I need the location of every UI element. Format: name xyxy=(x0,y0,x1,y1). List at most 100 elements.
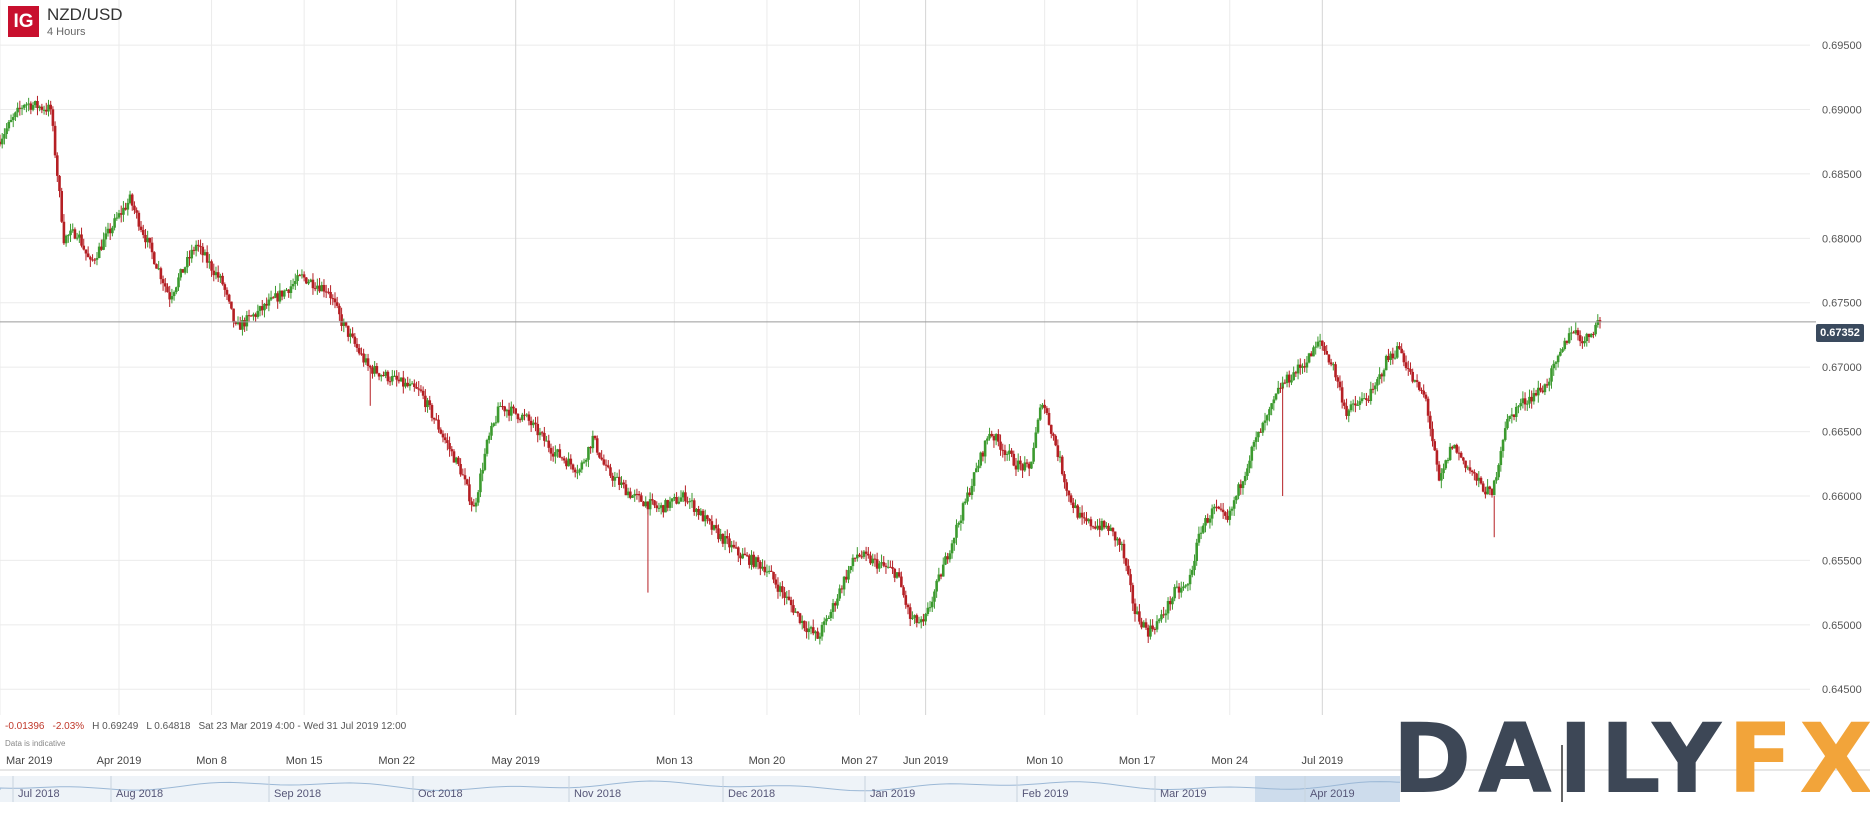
candle-body xyxy=(1501,439,1505,452)
price-chart[interactable]: 0.69500 0.69000 0.68500 0.68000 0.67500 0.670… xyxy=(0,0,1870,802)
candle-body xyxy=(864,551,868,554)
candle-body xyxy=(1398,346,1401,349)
candle-body xyxy=(476,492,480,503)
candle-body xyxy=(135,210,138,213)
candle-body xyxy=(0,138,4,145)
navigator-label: Oct 2018 xyxy=(418,788,463,800)
candle-body xyxy=(774,579,778,585)
candle-body xyxy=(1124,558,1128,566)
candle-body xyxy=(479,473,482,493)
candle-body xyxy=(75,237,79,239)
candle-body xyxy=(959,520,963,523)
candle-body xyxy=(1248,460,1251,469)
navigator-label: Jan 2019 xyxy=(870,788,915,800)
candle-body xyxy=(386,371,390,382)
candle-body xyxy=(1268,409,1271,416)
candle-body xyxy=(935,580,938,592)
candle-body xyxy=(1208,518,1212,523)
candle-body xyxy=(446,440,449,444)
candle-body xyxy=(900,576,903,588)
candle-body xyxy=(657,507,661,509)
candle-body xyxy=(53,125,57,156)
candle-body xyxy=(130,194,134,206)
candle-body xyxy=(1080,512,1084,518)
candle-body xyxy=(1358,401,1362,405)
candle-body xyxy=(1506,418,1509,429)
candle-body xyxy=(1056,445,1060,458)
candle-body xyxy=(884,565,888,567)
candle-body xyxy=(483,453,487,470)
candle-body xyxy=(653,500,656,506)
candle-body xyxy=(1065,482,1068,491)
candle-body xyxy=(822,621,826,625)
candle-body xyxy=(338,305,341,315)
navigator-label: Aug 2018 xyxy=(116,788,163,800)
candle-body xyxy=(827,617,830,619)
candle-body xyxy=(159,268,163,280)
candle-body xyxy=(1069,495,1073,503)
candle-body xyxy=(1054,435,1057,446)
candle-body xyxy=(598,452,601,458)
candle-body xyxy=(578,469,581,473)
candle-body xyxy=(1343,402,1346,406)
ohlc-stats: -0.01396 -2.03% H 0.69249 L 0.64818 Sat … xyxy=(5,721,406,732)
candle-body xyxy=(677,501,681,504)
candle-body xyxy=(291,284,295,287)
candle-body xyxy=(1336,377,1340,382)
candle-body xyxy=(560,457,564,459)
candles xyxy=(0,95,1602,645)
candle-body xyxy=(84,249,88,254)
candle-body xyxy=(999,441,1002,450)
navigator[interactable]: Jul 2018 Aug 2018 Sep 2018 Oct 2018 Nov 2018… xyxy=(0,776,1401,802)
candle-body xyxy=(1316,341,1320,347)
candle-body xyxy=(1314,346,1318,348)
candle-body xyxy=(487,435,491,440)
candle-body xyxy=(51,109,55,126)
candle-body xyxy=(1151,625,1154,629)
candle-body xyxy=(1459,452,1463,458)
candle-body xyxy=(781,586,784,593)
watermark-daily: DAILY xyxy=(1392,703,1728,815)
candle-body xyxy=(514,408,518,414)
candle-body xyxy=(1063,474,1066,483)
candle-body xyxy=(1552,363,1556,369)
candle-body xyxy=(450,449,454,452)
candle-body xyxy=(1250,446,1254,461)
candle-body xyxy=(1429,415,1432,429)
candle-body xyxy=(190,249,194,259)
candle-body xyxy=(1190,570,1194,575)
candle-body xyxy=(1038,407,1042,420)
candle-body xyxy=(333,298,337,303)
candle-body xyxy=(770,570,773,572)
candle-body xyxy=(1173,587,1176,599)
candle-body xyxy=(465,479,469,485)
candle-body xyxy=(183,267,187,273)
candle-body xyxy=(1197,533,1201,543)
candle-body xyxy=(170,296,174,300)
candle-body xyxy=(457,457,460,465)
candle-body xyxy=(1005,453,1009,455)
candle-body xyxy=(1404,362,1408,369)
candle-body xyxy=(111,227,114,234)
candle-body xyxy=(1508,415,1511,419)
candle-body xyxy=(1243,475,1247,482)
candle-body xyxy=(1373,385,1377,390)
candle-body xyxy=(351,333,354,337)
candle-body xyxy=(847,570,850,580)
candle-body xyxy=(1417,381,1421,390)
candle-body xyxy=(443,437,447,441)
candle-body xyxy=(1442,468,1445,474)
candle-body xyxy=(902,587,905,596)
candle-body xyxy=(803,620,806,629)
candle-body xyxy=(948,553,952,560)
candle-body xyxy=(1270,403,1273,410)
candle-body xyxy=(1025,462,1029,464)
candle-body xyxy=(227,294,231,302)
candle-body xyxy=(353,336,357,344)
candle-body xyxy=(1594,324,1597,335)
candle-body xyxy=(58,175,61,192)
candle-body xyxy=(463,475,467,480)
candle-body xyxy=(468,484,471,502)
candle-body xyxy=(878,563,881,569)
candle-body xyxy=(1157,619,1161,622)
